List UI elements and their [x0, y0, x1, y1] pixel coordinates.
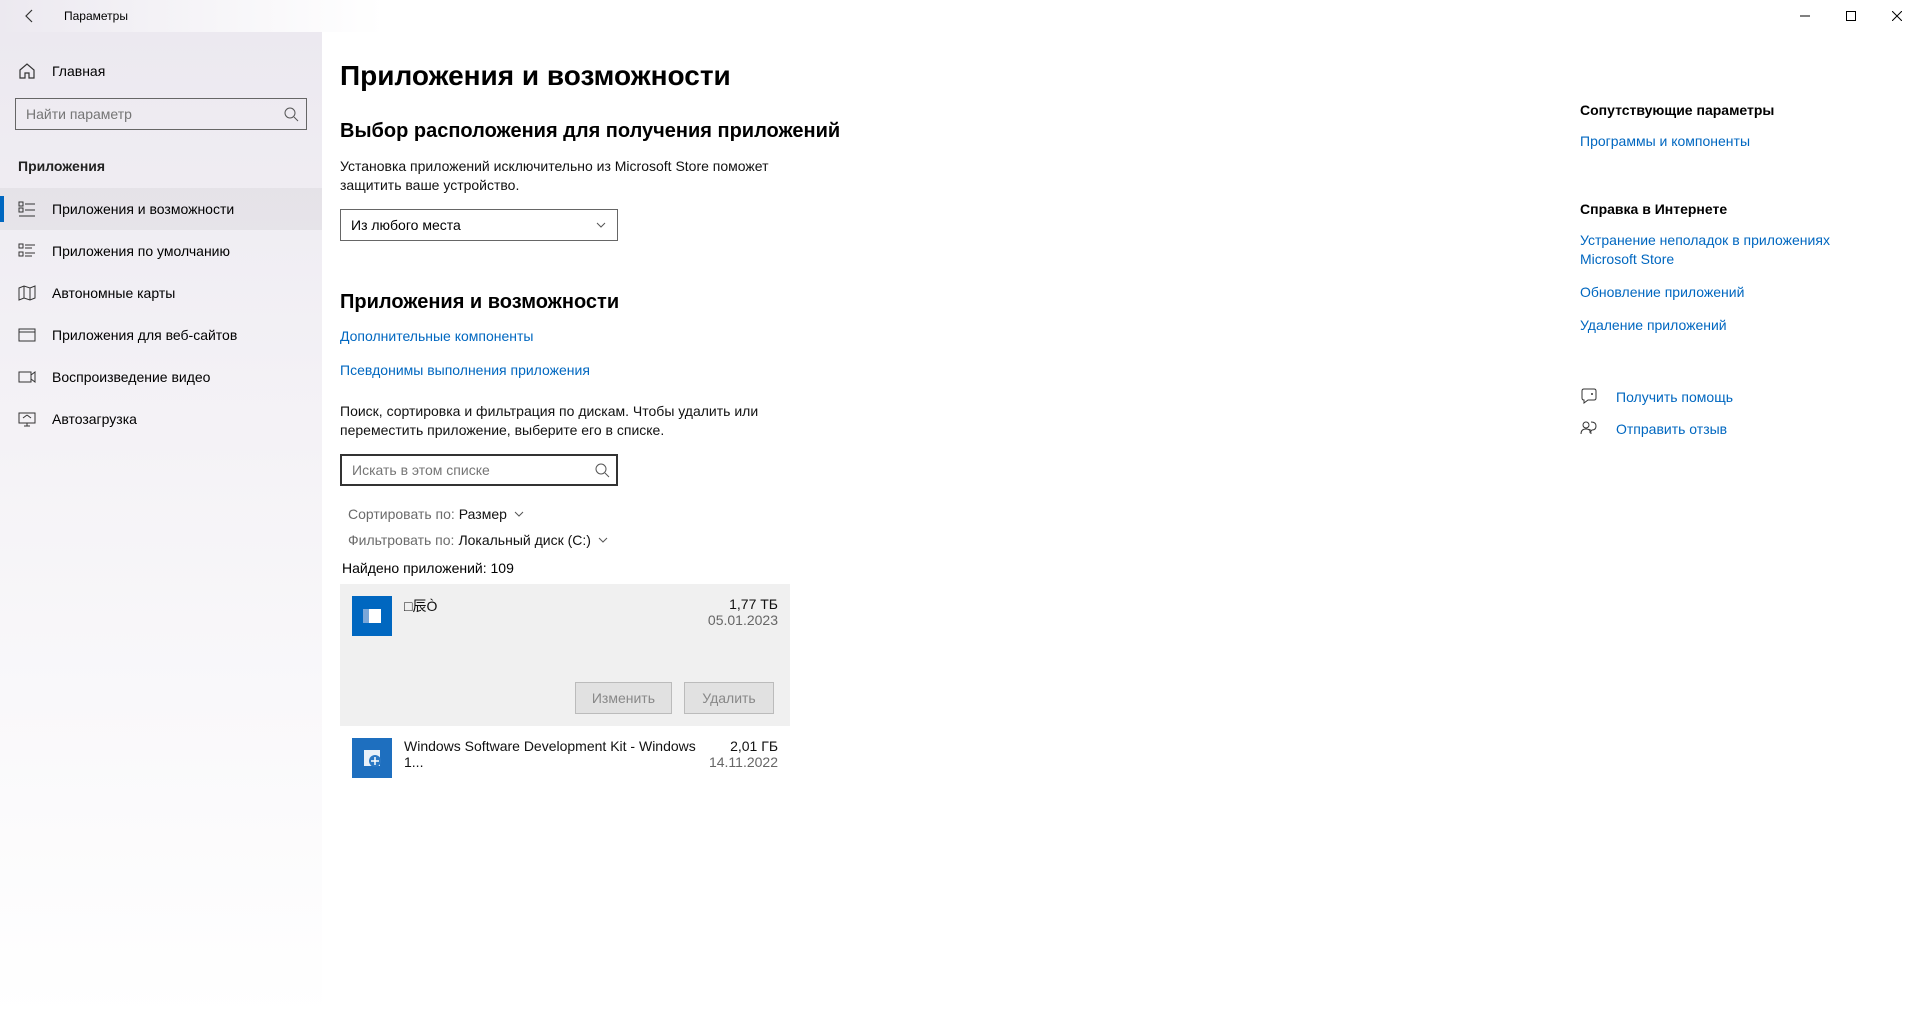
back-button[interactable]: [18, 4, 42, 28]
exec-aliases-link[interactable]: Псевдонимы выполнения приложения: [340, 362, 590, 378]
help-link[interactable]: Удаление приложений: [1580, 316, 1840, 335]
app-item[interactable]: Windows Software Development Kit - Windo…: [340, 726, 790, 790]
source-heading: Выбор расположения для получения приложе…: [340, 120, 1220, 143]
filter-label: Фильтровать по:: [348, 532, 454, 548]
apps-list-icon: [18, 200, 38, 218]
chevron-down-icon: [513, 508, 525, 520]
nav-video-playback[interactable]: Воспроизведение видео: [0, 356, 322, 398]
optional-features-link[interactable]: Дополнительные компоненты: [340, 328, 534, 344]
chevron-down-icon: [595, 219, 607, 231]
titlebar: Параметры: [0, 0, 1920, 32]
nav-default-apps[interactable]: Приложения по умолчанию: [0, 230, 322, 272]
sort-label: Сортировать по:: [348, 506, 455, 522]
website-icon: [18, 326, 38, 344]
app-date: 05.01.2023: [708, 612, 778, 628]
nav-label: Воспроизведение видео: [52, 369, 210, 385]
home-nav[interactable]: Главная: [0, 52, 322, 90]
minimize-button[interactable]: [1782, 0, 1828, 32]
nav-label: Автозагрузка: [52, 411, 137, 427]
app-item[interactable]: □辰Ò 1,77 ТБ 05.01.2023 Изменить Удалить: [340, 584, 790, 726]
video-icon: [18, 368, 38, 386]
app-icon: [352, 738, 392, 778]
close-button[interactable]: [1874, 0, 1920, 32]
help-heading: Справка в Интернете: [1580, 201, 1840, 217]
nav-apps-features[interactable]: Приложения и возможности: [0, 188, 322, 230]
filter-control[interactable]: Фильтровать по: Локальный диск (C:): [340, 532, 1220, 548]
programs-features-link[interactable]: Программы и компоненты: [1580, 132, 1840, 151]
app-size: 2,01 ГБ: [709, 738, 778, 754]
search-icon: [594, 462, 610, 478]
feedback-link[interactable]: Отправить отзыв: [1580, 420, 1840, 438]
sort-value: Размер: [459, 506, 507, 522]
nav-apps-websites[interactable]: Приложения для веб-сайтов: [0, 314, 322, 356]
app-date: 14.11.2022: [709, 754, 778, 770]
related-heading: Сопутствующие параметры: [1580, 102, 1840, 118]
apps-found-count: Найдено приложений: 109: [342, 560, 1220, 576]
uninstall-button[interactable]: Удалить: [684, 682, 774, 714]
help-icon: [1580, 388, 1602, 406]
nav-label: Автономные карты: [52, 285, 175, 301]
app-name: □辰Ò: [404, 596, 708, 616]
nav-label: Приложения для веб-сайтов: [52, 327, 237, 343]
defaults-icon: [18, 242, 38, 260]
modify-button[interactable]: Изменить: [575, 682, 672, 714]
nav-startup[interactable]: Автозагрузка: [0, 398, 322, 440]
map-icon: [18, 284, 38, 302]
sidebar-section: Приложения: [0, 148, 322, 188]
page-title: Приложения и возможности: [340, 60, 1220, 92]
feedback-text: Отправить отзыв: [1616, 421, 1727, 437]
nav-label: Приложения по умолчанию: [52, 243, 230, 259]
app-icon: [352, 596, 392, 636]
search-icon: [283, 106, 299, 122]
settings-search-input[interactable]: [15, 98, 307, 130]
help-link[interactable]: Устранение неполадок в приложениях Micro…: [1580, 231, 1840, 269]
window-title: Параметры: [64, 9, 128, 23]
startup-icon: [18, 410, 38, 428]
home-label: Главная: [52, 63, 105, 79]
app-name: Windows Software Development Kit - Windo…: [404, 738, 709, 770]
app-source-dropdown[interactable]: Из любого места: [340, 209, 618, 241]
apps-heading: Приложения и возможности: [340, 291, 1220, 314]
help-link[interactable]: Обновление приложений: [1580, 283, 1840, 302]
home-icon: [18, 62, 38, 80]
get-help-text: Получить помощь: [1616, 389, 1733, 405]
filter-desc: Поиск, сортировка и фильтрация по дискам…: [340, 402, 760, 440]
nav-label: Приложения и возможности: [52, 201, 234, 217]
filter-value: Локальный диск (C:): [458, 532, 591, 548]
app-size: 1,77 ТБ: [708, 596, 778, 612]
source-desc: Установка приложений исключительно из Mi…: [340, 157, 780, 195]
feedback-icon: [1580, 420, 1602, 438]
dropdown-value: Из любого места: [351, 217, 461, 233]
chevron-down-icon: [597, 534, 609, 546]
sort-control[interactable]: Сортировать по: Размер: [340, 506, 1220, 522]
sidebar: Главная Приложения Приложения и возможно…: [0, 32, 322, 1019]
maximize-button[interactable]: [1828, 0, 1874, 32]
nav-offline-maps[interactable]: Автономные карты: [0, 272, 322, 314]
get-help-link[interactable]: Получить помощь: [1580, 388, 1840, 406]
app-list-search-input[interactable]: [340, 454, 618, 486]
